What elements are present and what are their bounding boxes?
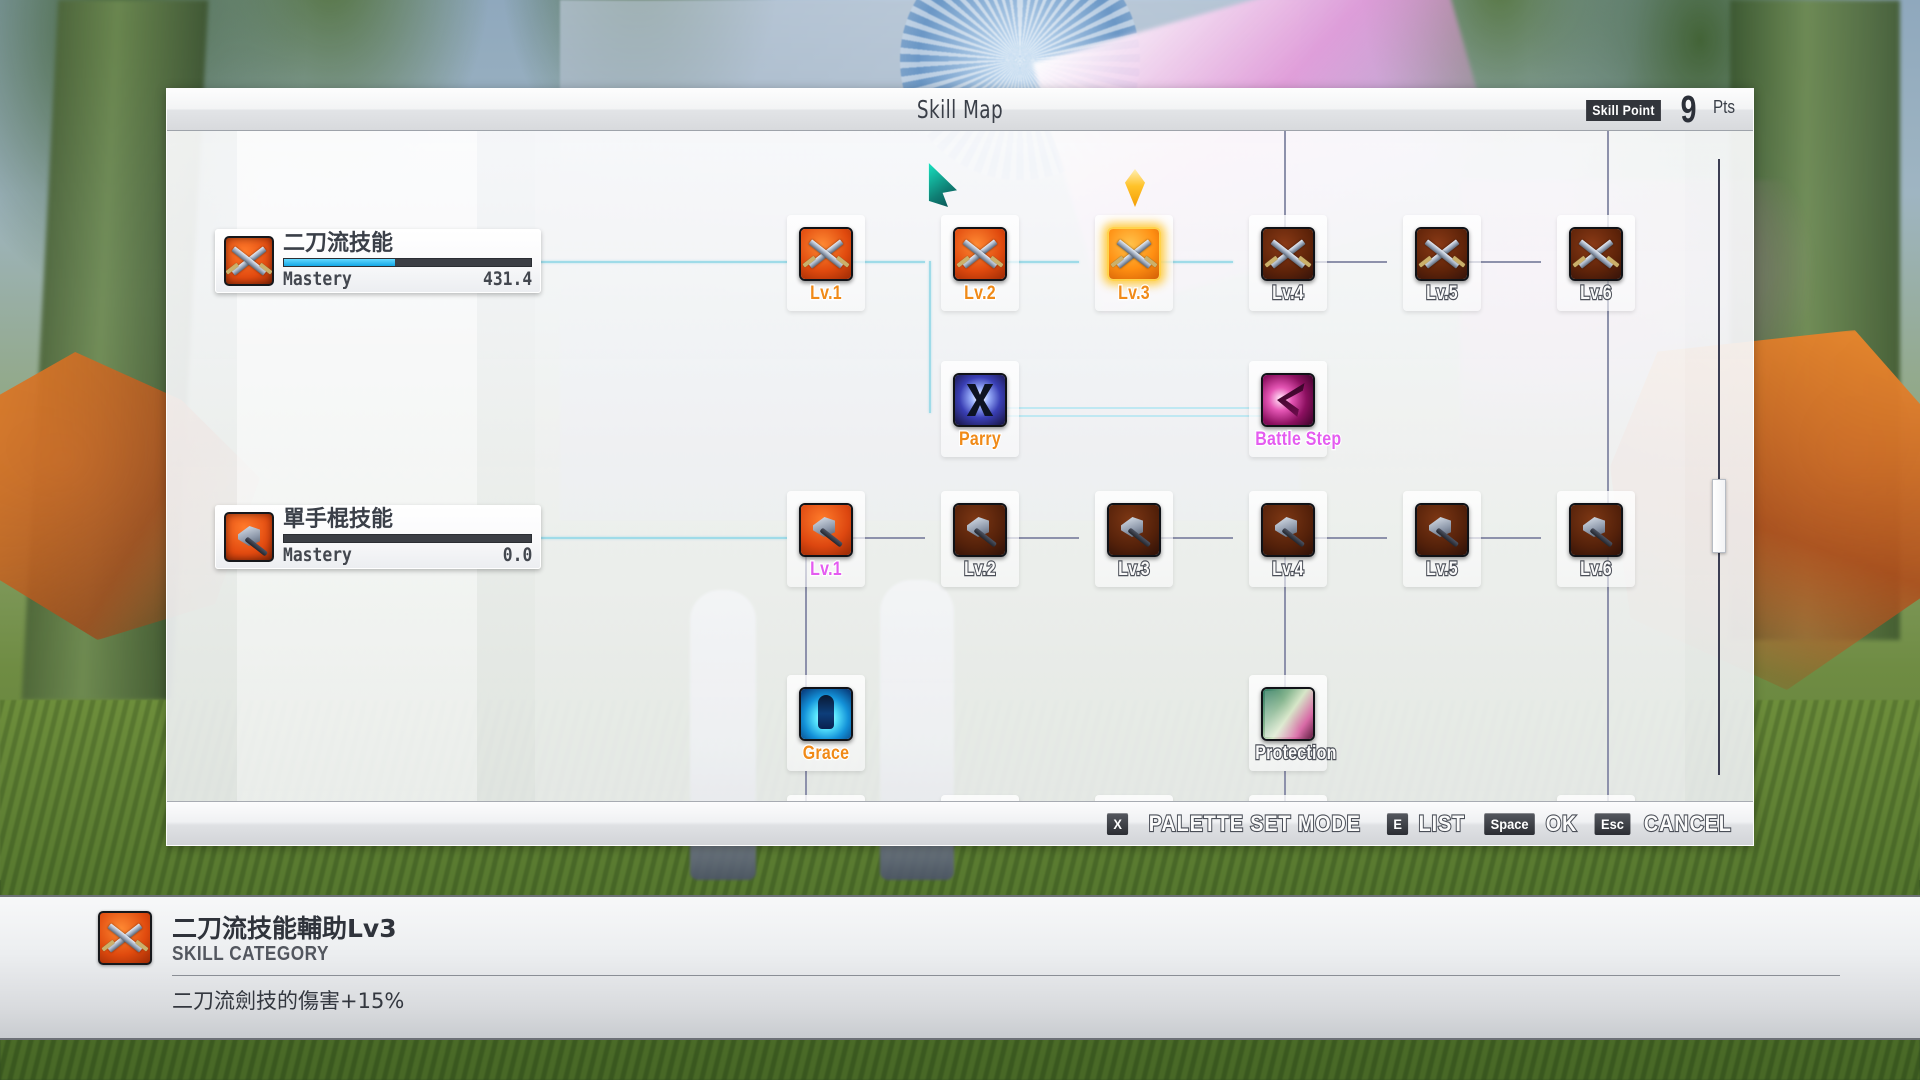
skill-node-label: Lv.6: [1579, 282, 1613, 305]
hint-label: OK: [1545, 809, 1578, 836]
hint-label: PALETTE SET MODE: [1147, 809, 1361, 836]
skill-node-battle-step[interactable]: Battle Step: [1249, 361, 1342, 457]
hint-list[interactable]: E LIST: [1386, 809, 1468, 837]
crossed-swords-icon: [1569, 227, 1623, 281]
parry-icon: [953, 373, 1007, 427]
skill-description-panel: 二刀流技能輔助Lv3 SKILL CATEGORY 二刀流劍技的傷害+15%: [0, 895, 1920, 1040]
skill-node-axe-lv2[interactable]: Lv.2: [941, 491, 1019, 587]
key-badge: X: [1107, 812, 1129, 835]
crossed-swords-icon: [1261, 227, 1315, 281]
skill-node-label: Protection: [1254, 742, 1337, 765]
footer-hint-bar: X PALETTE SET MODE E LIST Space OK Esc C…: [167, 801, 1753, 845]
category-card-dual-blades[interactable]: 二刀流技能 Mastery 431.4: [215, 229, 541, 293]
hint-ok[interactable]: Space OK: [1482, 809, 1579, 837]
vertical-scrollbar[interactable]: [1712, 159, 1726, 775]
skill-node-label: Grace: [802, 742, 850, 765]
skill-map-window: Skill Map Skill Point 9 Pts 二刀流技能 Master…: [166, 88, 1754, 846]
skill-node-label: Lv.5: [1425, 558, 1459, 581]
crossed-swords-icon: [1107, 227, 1161, 281]
skill-point-unit: Pts: [1712, 97, 1736, 117]
protection-icon: [1261, 687, 1315, 741]
skill-node-grace[interactable]: Grace: [787, 675, 865, 771]
hint-label: CANCEL: [1643, 809, 1733, 836]
key-badge: Esc: [1594, 812, 1631, 835]
description-title: 二刀流技能輔助Lv3: [172, 914, 397, 943]
skill-node-label: Lv.3: [1117, 282, 1151, 305]
skill-node-axe-lv3[interactable]: Lv.3: [1095, 491, 1173, 587]
crossed-swords-icon: [799, 227, 853, 281]
skill-node-label: Lv.1: [809, 558, 843, 581]
skill-node-sword-lv5[interactable]: Lv.5: [1403, 215, 1481, 311]
battle-step-icon: [1261, 373, 1315, 427]
category-name: 二刀流技能: [283, 231, 394, 257]
key-badge: Space: [1484, 812, 1536, 835]
skill-node-label: Lv.5: [1425, 282, 1459, 305]
mastery-label: Mastery: [283, 267, 352, 290]
mastery-value: 0.0: [502, 543, 532, 566]
mastery-progress-fill: [284, 258, 396, 266]
axe-icon: [1261, 503, 1315, 557]
scrollbar-track[interactable]: [1718, 159, 1720, 775]
hint-cancel[interactable]: Esc CANCEL: [1593, 809, 1737, 837]
page-title: Skill Map: [916, 95, 1004, 124]
skill-node-label: Battle Step: [1254, 428, 1342, 451]
skill-node-protection[interactable]: Protection: [1249, 675, 1337, 771]
skill-node-parry[interactable]: Parry: [941, 361, 1019, 457]
skill-node-label: Lv.4: [1271, 558, 1305, 581]
skill-node-sword-lv3[interactable]: Lv.3: [1095, 215, 1173, 311]
skill-node-label: Lv.1: [809, 282, 843, 305]
axe-icon: [1415, 503, 1469, 557]
mastery-label: Mastery: [283, 543, 352, 566]
axe-icon: [1107, 503, 1161, 557]
crossed-swords-icon: [98, 911, 152, 965]
skill-node-sword-lv1[interactable]: Lv.1: [787, 215, 865, 311]
description-divider: [172, 975, 1840, 976]
skill-point-display: Skill Point 9 Pts: [1581, 89, 1737, 131]
skill-node-axe-lv6[interactable]: Lv.6: [1557, 491, 1635, 587]
mastery-progress-bar: [283, 257, 532, 267]
skill-map-canvas[interactable]: 二刀流技能 Mastery 431.4 單手棍技能 Mastery 0.0 Lv…: [167, 131, 1753, 803]
connector-lv2-to-parry: [929, 261, 931, 413]
axe-icon: [799, 503, 853, 557]
description-body: 二刀流劍技的傷害+15%: [172, 989, 405, 1013]
crossed-swords-icon: [1415, 227, 1469, 281]
skill-node-label: Lv.3: [1117, 558, 1151, 581]
hint-palette-set-mode[interactable]: X PALETTE SET MODE: [1106, 809, 1372, 837]
description-subtitle: SKILL CATEGORY: [172, 943, 329, 965]
skill-node-label: Lv.4: [1271, 282, 1305, 305]
skill-node-sword-lv6[interactable]: Lv.6: [1557, 215, 1635, 311]
category-card-one-hand-staff[interactable]: 單手棍技能 Mastery 0.0: [215, 505, 541, 569]
skill-point-badge: Skill Point: [1585, 99, 1661, 121]
key-badge: E: [1387, 812, 1409, 835]
crossed-swords-icon: [953, 227, 1007, 281]
hint-label: LIST: [1418, 809, 1466, 836]
axe-icon: [224, 512, 274, 562]
axe-icon: [1569, 503, 1623, 557]
skill-node-sword-lv4[interactable]: Lv.4: [1249, 215, 1327, 311]
axe-icon: [953, 503, 1007, 557]
skill-node-axe-lv4[interactable]: Lv.4: [1249, 491, 1327, 587]
connector-category2-to-axe-lv1: [533, 537, 787, 539]
skill-node-label: Lv.2: [963, 558, 997, 581]
skill-node-axe-lv5[interactable]: Lv.5: [1403, 491, 1481, 587]
scrollbar-thumb[interactable]: [1712, 479, 1726, 554]
skill-point-value: 9: [1680, 89, 1697, 131]
skill-node-label: Lv.6: [1579, 558, 1613, 581]
skill-node-sword-lv2[interactable]: Lv.2: [941, 215, 1019, 311]
skill-map-titlebar: Skill Map Skill Point 9 Pts: [167, 89, 1753, 131]
skill-node-axe-lv1[interactable]: Lv.1: [787, 491, 865, 587]
mastery-value: 431.4: [482, 267, 532, 290]
category-name: 單手棍技能: [283, 507, 394, 533]
mastery-progress-bar: [283, 533, 532, 543]
skill-node-label: Parry: [958, 428, 1002, 451]
skill-node-label: Lv.2: [963, 282, 997, 305]
connector-category1-to-lv1: [533, 261, 787, 263]
crossed-swords-icon: [224, 236, 274, 286]
grace-icon: [799, 687, 853, 741]
